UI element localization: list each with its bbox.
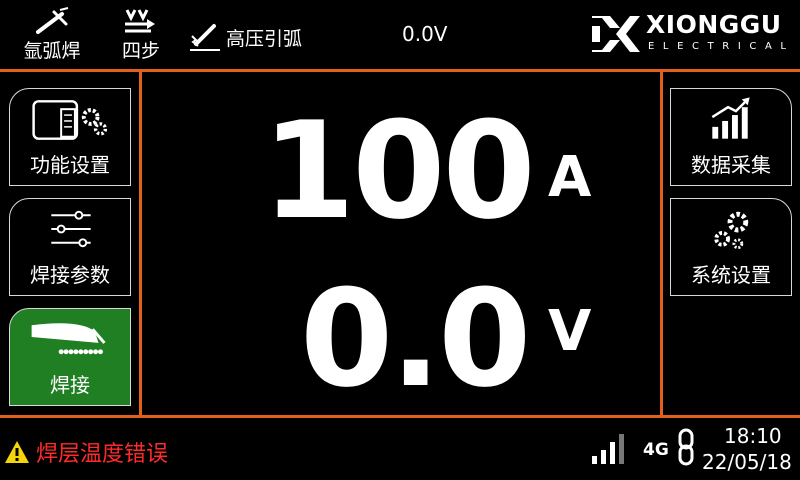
arc-start-indicator: 高压引弧 — [188, 22, 302, 52]
clock-date: 22/05/18 — [702, 450, 792, 474]
top-divider — [0, 69, 800, 72]
clock-time: 18:10 — [724, 424, 782, 448]
current-unit: A — [548, 145, 592, 210]
voltage-unit: V — [548, 299, 592, 364]
warning-text: 焊层温度错误 — [36, 442, 169, 467]
four-step-icon — [125, 9, 155, 33]
xionggu-logo: XIONGGU ELECTRICAL — [590, 10, 795, 56]
data-collection-button[interactable]: 数据采集 — [670, 88, 792, 186]
gears-icon — [714, 211, 749, 250]
logo-brand-text: XIONGGU — [646, 10, 782, 39]
machine-settings-icon — [32, 100, 108, 140]
logo-sub-text: ELECTRICAL — [648, 41, 795, 52]
network-type: 4G — [643, 440, 669, 460]
sliders-icon — [51, 210, 91, 248]
tig-torch-icon — [36, 7, 69, 34]
link-icon — [678, 428, 694, 466]
weld-mode-label: 氩弧焊 — [23, 40, 81, 62]
weld-params-button[interactable]: 焊接参数 — [9, 198, 131, 296]
warning-message: 焊层温度错误 — [4, 436, 168, 468]
warning-icon — [5, 441, 29, 463]
system-settings-label: 系统设置 — [691, 263, 771, 287]
weld-label: 焊接 — [50, 373, 90, 397]
right-divider — [660, 69, 663, 418]
torch-icon — [31, 323, 106, 355]
arc-start-label: 高压引弧 — [226, 27, 303, 50]
signal-strength-icon — [592, 434, 624, 464]
top-voltage-readout: 0.0V — [402, 22, 448, 46]
weld-button[interactable]: 焊接 — [9, 308, 131, 406]
data-collection-label: 数据采集 — [691, 153, 771, 177]
top-bar: 氩弧焊 四步 高压引弧 0.0V XIONGGU ELECTRICAL — [0, 0, 800, 69]
bar-chart-icon — [711, 97, 750, 139]
left-divider — [139, 69, 142, 418]
hf-arc-icon — [190, 24, 220, 51]
step-mode-indicator: 四步 — [112, 6, 170, 63]
step-mode-label: 四步 — [121, 40, 160, 62]
function-settings-button[interactable]: 功能设置 — [9, 88, 131, 186]
system-settings-button[interactable]: 系统设置 — [670, 198, 792, 296]
weld-mode-indicator: 氩弧焊 — [14, 6, 90, 63]
voltage-value: 0.0 — [300, 261, 531, 417]
function-settings-label: 功能设置 — [30, 153, 110, 177]
logo-mark-icon — [592, 16, 640, 52]
weld-params-label: 焊接参数 — [30, 263, 110, 287]
current-value: 100 — [262, 93, 536, 249]
